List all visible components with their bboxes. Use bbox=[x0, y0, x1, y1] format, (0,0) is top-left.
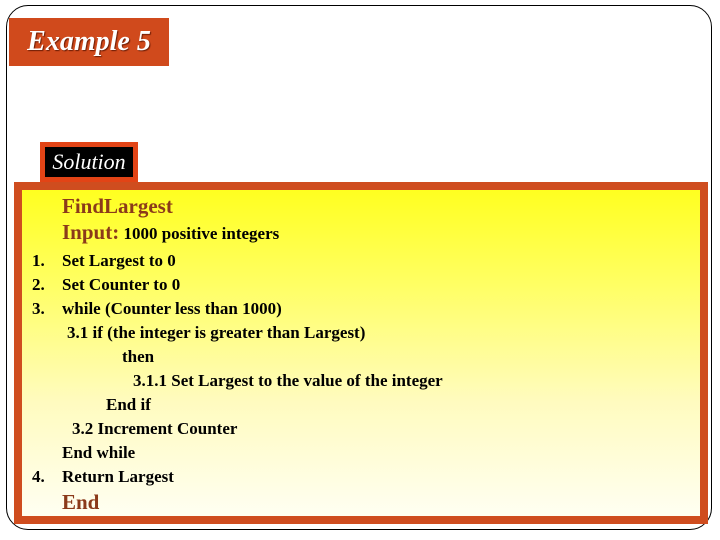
step-text: End while bbox=[62, 443, 136, 462]
step-number: 1. bbox=[32, 251, 45, 270]
solution-label-box: Solution bbox=[40, 142, 138, 182]
algorithm-box: FindLargest Input: 1000 positive integer… bbox=[14, 182, 708, 524]
input-value: 1000 positive integers bbox=[123, 224, 280, 243]
algorithm-name: FindLargest bbox=[62, 194, 173, 218]
slide-title: Example 5 bbox=[27, 26, 151, 57]
step-text: Set Counter to 0 bbox=[62, 275, 181, 294]
step-text: 3.1.1 Set Largest to the value of the in… bbox=[133, 371, 443, 390]
step-text: 3.1 if (the integer is greater than Larg… bbox=[67, 323, 366, 342]
algorithm-input-line: Input: 1000 positive integers bbox=[62, 222, 279, 244]
algorithm-content: FindLargest Input: 1000 positive integer… bbox=[22, 190, 700, 516]
solution-label-inner: Solution bbox=[45, 147, 133, 177]
algorithm-end: End bbox=[62, 490, 100, 514]
step-text: End if bbox=[106, 395, 151, 414]
step-number: 2. bbox=[32, 275, 45, 294]
step-text: then bbox=[122, 347, 155, 366]
step-number: 4. bbox=[32, 467, 45, 486]
step-text: Set Largest to 0 bbox=[62, 251, 176, 270]
input-label: Input: bbox=[62, 220, 120, 244]
step-text: while (Counter less than 1000) bbox=[62, 299, 282, 318]
step-number: 3. bbox=[32, 299, 45, 318]
slide-title-box: Example 5 bbox=[9, 18, 169, 66]
solution-label: Solution bbox=[52, 149, 126, 174]
step-text: Return Largest bbox=[62, 467, 174, 486]
step-text: 3.2 Increment Counter bbox=[72, 419, 238, 438]
